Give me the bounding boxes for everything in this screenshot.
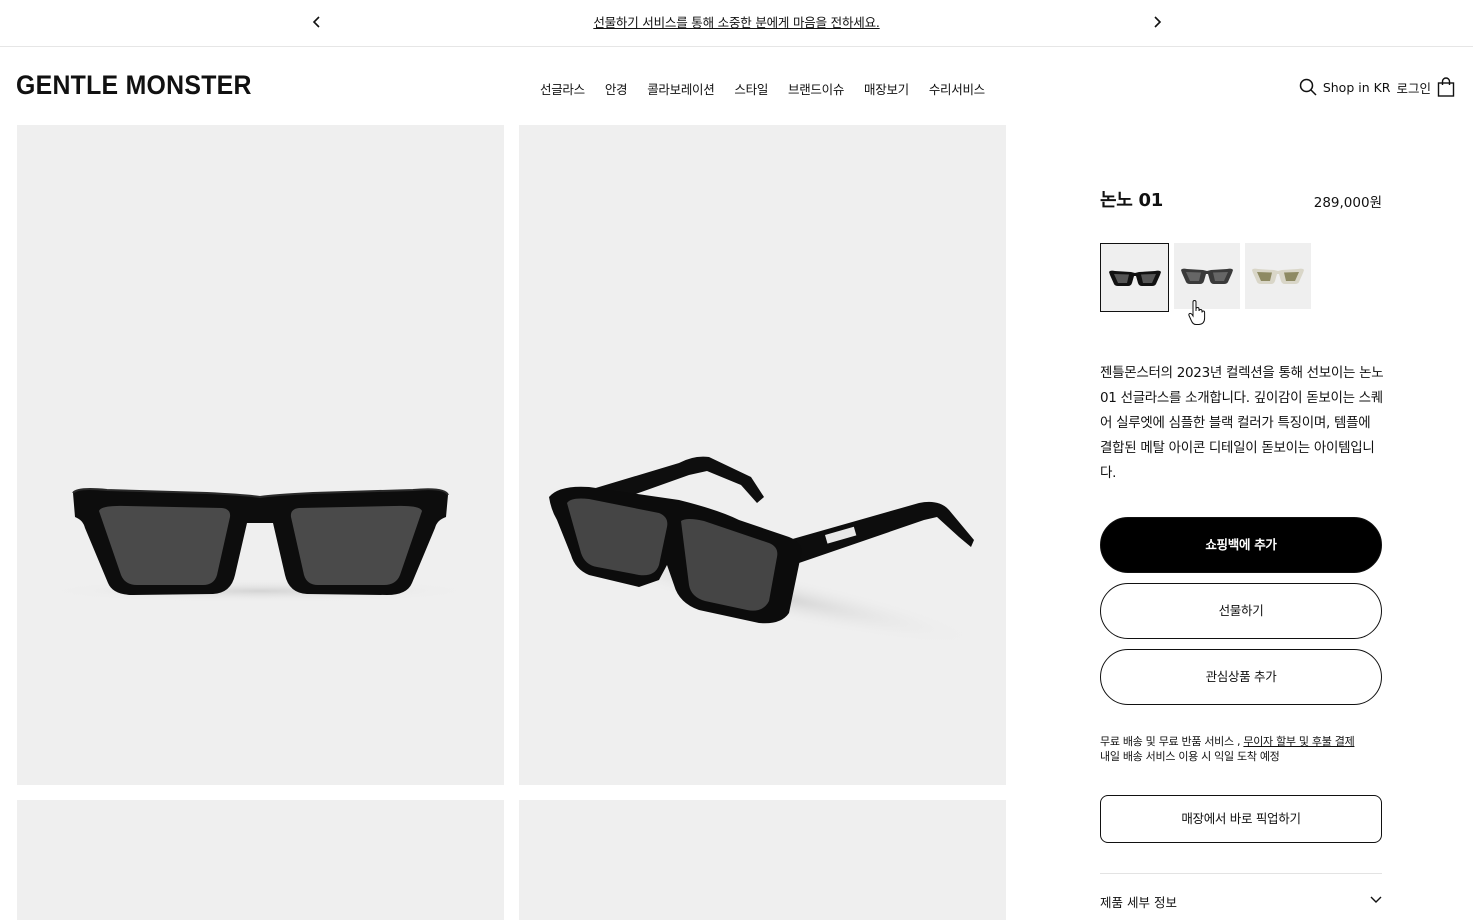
header-utilities: Shop in KR 로그인 <box>1299 77 1455 97</box>
product-image-4[interactable] <box>519 800 1006 920</box>
shipping-text: 무료 배송 및 무료 반품 서비스 , <box>1100 735 1244 748</box>
product-price: 289,000원 <box>1313 195 1382 211</box>
divider <box>1100 873 1382 874</box>
store-pickup-button[interactable]: 매장에서 바로 픽업하기 <box>1100 795 1382 843</box>
search-icon[interactable] <box>1299 78 1317 96</box>
shopping-bag-icon[interactable] <box>1437 77 1455 97</box>
hand-cursor-icon <box>1188 299 1206 330</box>
color-swatch-khaki[interactable] <box>1245 243 1311 309</box>
shipping-info: 무료 배송 및 무료 반품 서비스 , 무이자 할부 및 후불 결제 내일 배송… <box>1100 734 1400 764</box>
brand-logo[interactable]: GENTLE MONSTER <box>16 70 252 101</box>
add-to-wishlist-button[interactable]: 관심상품 추가 <box>1100 649 1382 705</box>
login-link[interactable]: 로그인 <box>1396 78 1431 97</box>
nav-item-style[interactable]: 스타일 <box>724 79 778 98</box>
nav-item-repair[interactable]: 수리서비스 <box>919 79 995 98</box>
product-description: 젠틀몬스터의 2023년 컬렉션을 통해 선보이는 논노 01 선글라스를 소개… <box>1100 365 1384 481</box>
color-swatch-dark-grey[interactable] <box>1174 243 1240 309</box>
announcement-link[interactable]: 선물하기 서비스를 통해 소중한 분에게 마음을 전하세요. <box>0 12 1473 31</box>
color-swatch-black[interactable] <box>1100 243 1169 312</box>
product-image-front[interactable] <box>17 125 504 785</box>
nav-item-brand-issue[interactable]: 브랜드이슈 <box>778 79 854 98</box>
product-image-angled[interactable] <box>519 125 1006 785</box>
nav-item-collaboration[interactable]: 콜라보레이션 <box>637 79 724 98</box>
product-name: 논노 01 <box>1100 190 1163 211</box>
next-day-delivery-text: 내일 배송 서비스 이용 시 익일 도착 예정 <box>1100 750 1280 763</box>
announcement-bar: 선물하기 서비스를 통해 소중한 분에게 마음을 전하세요. <box>0 0 1473 47</box>
nav-item-stores[interactable]: 매장보기 <box>854 79 919 98</box>
main-nav: 선글라스 안경 콜라보레이션 스타일 브랜드이슈 매장보기 수리서비스 <box>530 79 995 98</box>
nav-item-sunglasses[interactable]: 선글라스 <box>530 79 595 98</box>
product-image-3[interactable] <box>17 800 504 920</box>
gift-button[interactable]: 선물하기 <box>1100 583 1382 639</box>
shop-region-selector[interactable]: Shop in KR <box>1323 80 1391 95</box>
chevron-right-icon[interactable] <box>1147 12 1167 32</box>
add-to-bag-button[interactable]: 쇼핑백에 추가 <box>1100 517 1382 573</box>
installment-link[interactable]: 무이자 할부 및 후불 결제 <box>1243 735 1354 748</box>
nav-item-glasses[interactable]: 안경 <box>595 79 637 98</box>
